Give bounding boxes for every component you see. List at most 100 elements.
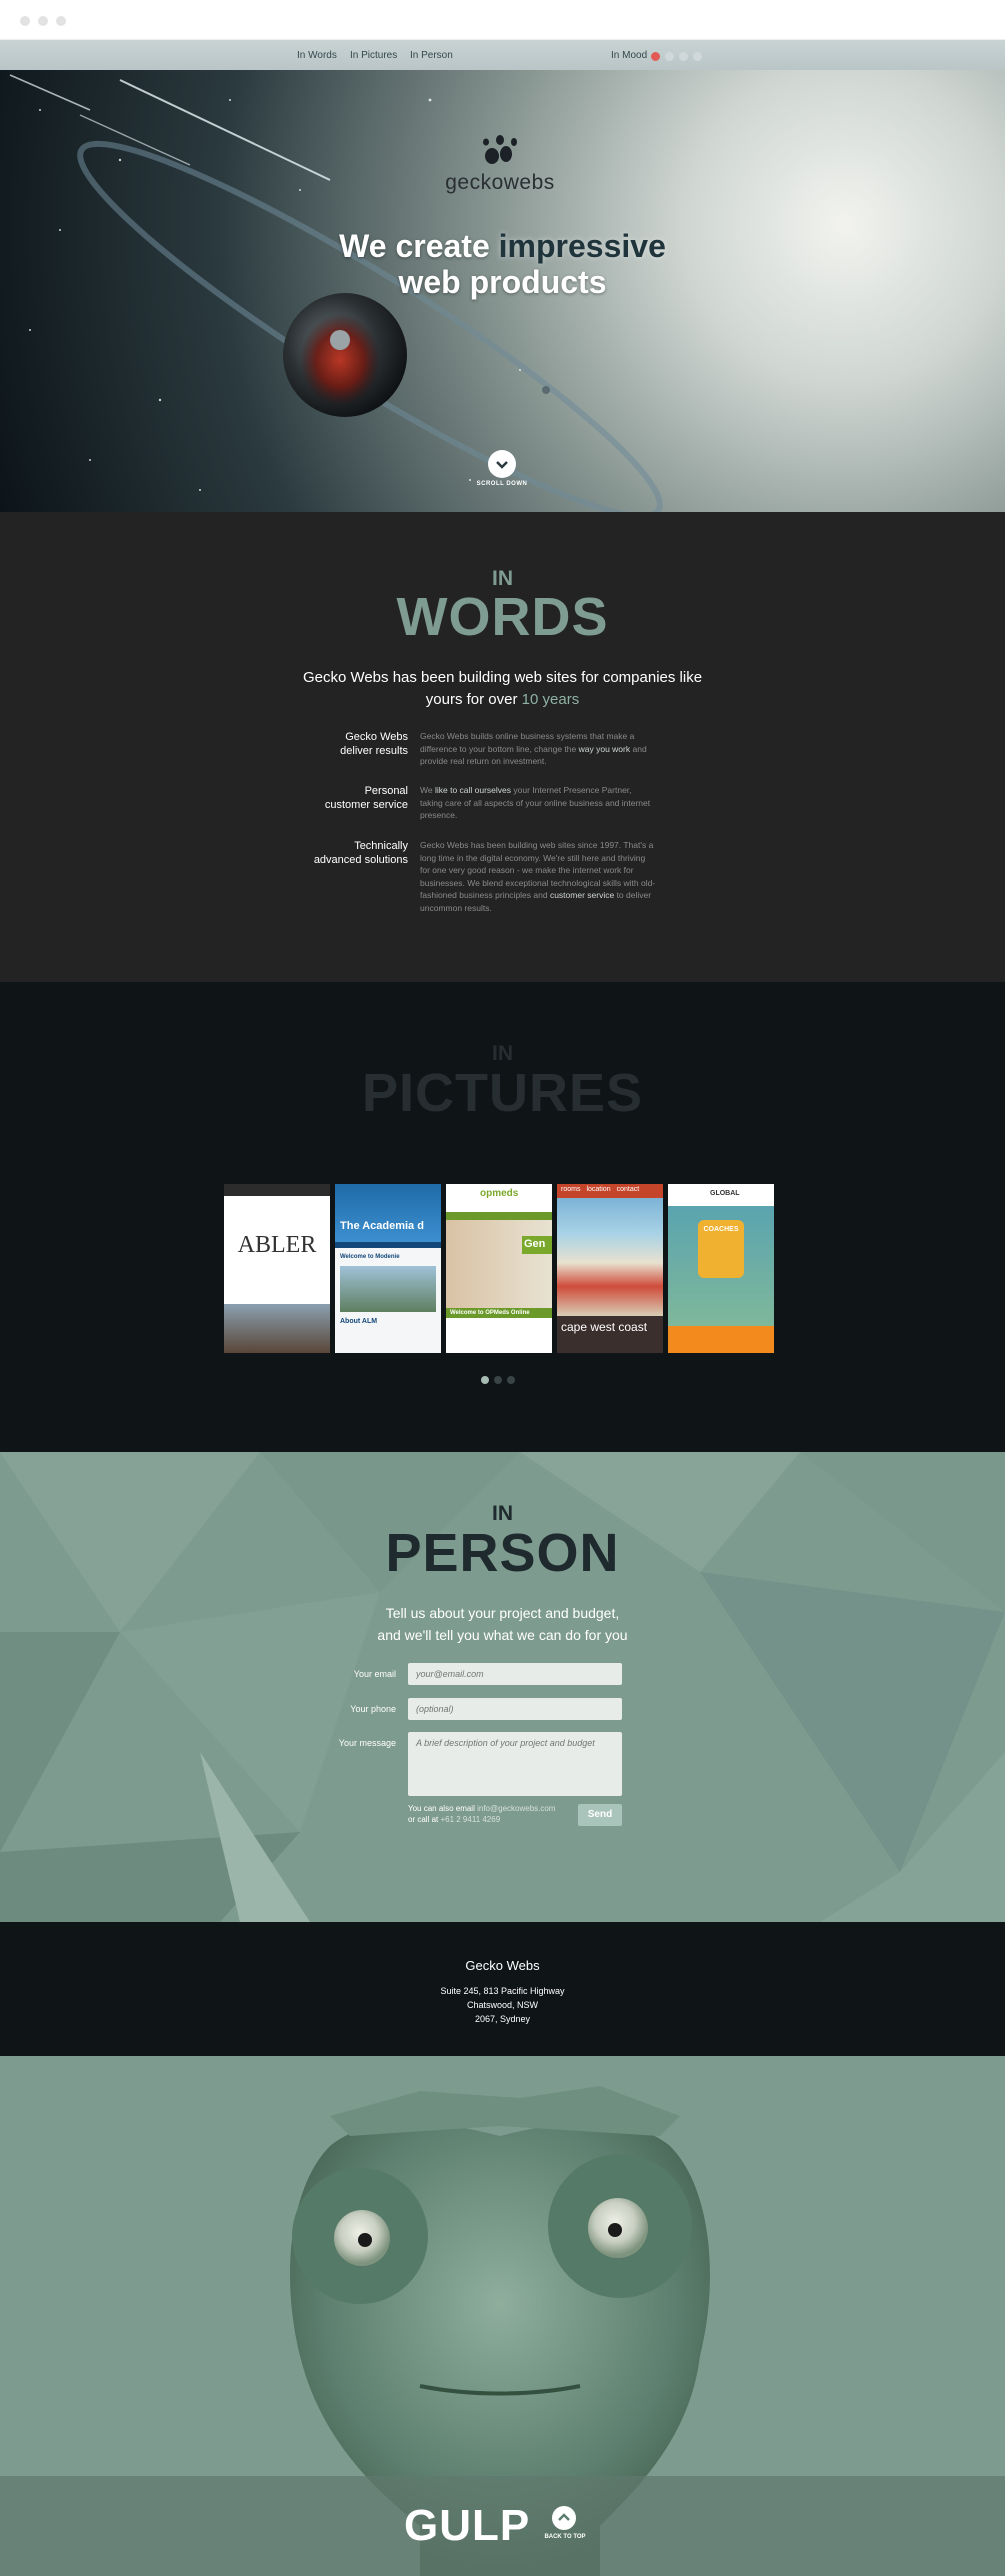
thumb-tab: rooms	[561, 1186, 581, 1193]
label-line: Gecko Webs	[345, 731, 408, 743]
label-line: Technically	[354, 840, 408, 852]
footer-address: Suite 245, 813 Pacific Highway Chatswood…	[0, 1984, 1005, 2026]
words-row-text: We like to call ourselves your Internet …	[420, 784, 656, 822]
carousel-dot-1[interactable]	[481, 1376, 489, 1384]
portfolio-thumb[interactable]: GLOBAL COACHES	[668, 1184, 774, 1353]
portfolio-thumb[interactable]: rooms location contact cape west coast	[557, 1184, 663, 1353]
thumb-brand: GLOBAL	[710, 1190, 740, 1197]
hero-headline: We create impressive web products	[0, 228, 1005, 300]
contact-phone-link[interactable]: +61 2 9411 4269	[440, 1815, 500, 1824]
window-minimize-dot[interactable]	[38, 16, 48, 26]
thumb-footer	[668, 1326, 774, 1353]
thumb-photo: Gen	[446, 1220, 552, 1308]
nav-item-in-pictures[interactable]: In Pictures	[350, 50, 397, 61]
mood-dot-3[interactable]	[679, 52, 688, 61]
portfolio-thumb[interactable]: The Academia d Welcome to Modenie About …	[335, 1184, 441, 1353]
hero-headline-part: We create	[339, 228, 499, 264]
thumb-title: COACHES	[698, 1220, 744, 1278]
carousel-dot-2[interactable]	[494, 1376, 502, 1384]
words-lead: Gecko Webs has been building web sites f…	[300, 667, 705, 711]
also-text: or call at	[408, 1815, 441, 1824]
brand-name: geckowebs	[445, 171, 555, 194]
email-field[interactable]	[408, 1663, 622, 1685]
address-line: Chatswood, NSW	[466, 2000, 539, 2010]
text-highlight: like to call ourselves	[434, 785, 512, 795]
words-row-label: Technically advanced solutions	[300, 839, 408, 867]
thumb-brand: opmeds	[480, 1188, 519, 1199]
text-highlight: way you work	[578, 743, 631, 754]
window-maximize-dot[interactable]	[56, 16, 66, 26]
thumb-tab: location	[586, 1186, 611, 1193]
top-nav: In Words In Pictures In Person In Mood	[0, 40, 1005, 70]
carousel-dot-3[interactable]	[507, 1376, 515, 1384]
person-lead-line: Tell us about your project and budget,	[385, 1605, 620, 1621]
thumb-title: cape west coast	[561, 1320, 648, 1334]
thumb-title: ABLER	[237, 1232, 317, 1258]
contact-email-link[interactable]: info@geckowebs.com	[477, 1804, 555, 1813]
section-title-big: WORDS	[396, 587, 609, 647]
in-pictures-section: IN PICTURES ABLER The Academia d Welcome…	[0, 982, 1005, 1452]
thumb-photo	[557, 1198, 663, 1316]
hero-headline-emphasis: impressive	[498, 228, 666, 264]
portfolio-thumb[interactable]: ABLER	[224, 1184, 330, 1353]
browser-chrome	[0, 0, 1005, 40]
thumb-tab: contact	[616, 1186, 640, 1193]
footer: Gecko Webs Suite 245, 813 Pacific Highwa…	[0, 1922, 1005, 2056]
person-lead-line: and we'll tell you what we can do for yo…	[377, 1627, 628, 1643]
portfolio-thumb[interactable]: opmeds Gen Welcome to OPMeds Online	[446, 1184, 552, 1353]
thumb-subtitle: About ALM	[340, 1318, 378, 1325]
in-person-section: IN PERSON Tell us about your project and…	[0, 1452, 1005, 1922]
scroll-down-label: SCROLL DOWN	[476, 481, 528, 487]
message-field[interactable]	[408, 1732, 622, 1796]
thumb-title: The Academia d	[335, 1184, 441, 1242]
in-words-section: IN WORDS Gecko Webs has been building we…	[0, 512, 1005, 982]
words-row-label: Gecko Webs deliver results	[300, 730, 408, 758]
phone-field[interactable]	[408, 1698, 622, 1720]
text-part: We	[420, 785, 435, 795]
thumb-photo	[224, 1304, 330, 1353]
address-line: Suite 245, 813 Pacific Highway	[440, 1986, 565, 1996]
label-line: advanced solutions	[313, 854, 408, 866]
words-row-text: Gecko Webs builds online business system…	[420, 730, 656, 768]
send-button[interactable]: Send	[578, 1804, 622, 1826]
person-lead: Tell us about your project and budget, a…	[300, 1602, 705, 1646]
also-text: You can also email	[408, 1804, 478, 1813]
thumb-photo	[340, 1266, 436, 1312]
label-line: Personal	[364, 785, 408, 797]
thumb-subtitle: Welcome to Modenie	[340, 1254, 400, 1260]
thumb-header	[224, 1184, 330, 1196]
mood-label: In Mood	[611, 50, 648, 61]
back-to-top-label: BACK TO TOP	[544, 2534, 586, 2540]
label-line: customer service	[324, 799, 408, 811]
message-label: Your message	[338, 1738, 396, 1748]
text-highlight: customer service	[549, 890, 615, 900]
footer-company-name: Gecko Webs	[465, 1958, 540, 1973]
words-row-text: Gecko Webs has been building web sites s…	[420, 839, 656, 914]
mood-dot-2[interactable]	[665, 52, 674, 61]
nav-item-in-words[interactable]: In Words	[297, 50, 337, 61]
section-title-big: PICTURES	[361, 1063, 644, 1123]
thumb-photo: COACHES	[668, 1206, 774, 1326]
contact-alternatives: You can also email info@geckowebs.com or…	[408, 1803, 568, 1825]
label-line: deliver results	[340, 745, 408, 757]
brand-logo[interactable]: geckowebs	[440, 132, 560, 195]
gulp-section: GULP BACK TO TOP	[0, 2056, 1005, 2576]
phone-label: Your phone	[350, 1704, 396, 1714]
window-close-dot[interactable]	[20, 16, 30, 26]
section-title-big: PERSON	[385, 1523, 620, 1583]
thumb-nav: rooms location contact	[557, 1184, 663, 1198]
back-to-top-button[interactable]	[552, 2506, 576, 2530]
nav-item-in-person[interactable]: In Person	[410, 50, 453, 61]
words-lead-highlight: 10 years	[521, 691, 580, 708]
gulp-text: GULP	[404, 2501, 531, 2550]
address-line: 2067, Sydney	[474, 2014, 531, 2024]
gecko-logo-icon	[483, 135, 517, 164]
mood-dot-4[interactable]	[693, 52, 702, 61]
thumb-subtitle: Welcome to OPMeds Online	[446, 1308, 552, 1318]
scroll-down-button[interactable]	[488, 450, 516, 478]
mood-dot-1[interactable]	[651, 52, 660, 61]
words-row-label: Personal customer service	[300, 784, 408, 812]
email-label: Your email	[353, 1669, 396, 1679]
thumb-bar	[446, 1212, 552, 1220]
hero-section: geckowebs We create impressive web produ…	[0, 70, 1005, 512]
